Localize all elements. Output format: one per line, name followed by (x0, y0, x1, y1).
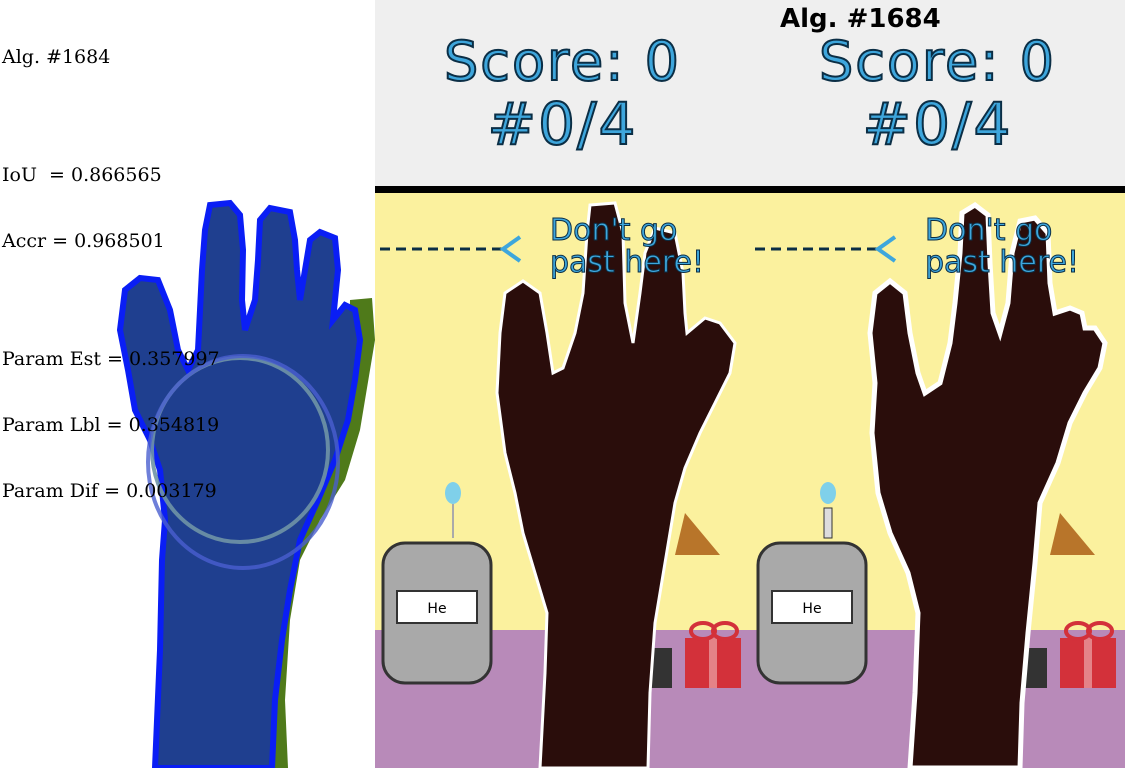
iou-metric: IoU = 0.866565 (2, 164, 162, 186)
right-round-counter: #0/4 (862, 89, 1013, 159)
game-view-right: He Don't go past here! (750, 193, 1125, 768)
header-divider (375, 186, 1125, 193)
right-score: Score: 0 (818, 29, 1056, 94)
param-label-metric: Param Lbl = 0.354819 (2, 414, 220, 436)
balloon-icon (445, 482, 461, 504)
limit-warning: Don't go past here! (925, 213, 1080, 280)
game-view-left: He Don't go past here! (375, 193, 750, 768)
jug-label: He (802, 601, 821, 617)
param-estimate-metric: Param Est = 0.357997 (2, 348, 220, 370)
segmentation-panel: Alg. #1684 IoU = 0.866565 Accr = 0.96850… (0, 0, 375, 768)
warning-line-1: Don't go (550, 213, 678, 248)
warning-line-1: Don't go (925, 213, 1053, 248)
left-score: Score: 0 (443, 29, 681, 94)
gift-ribbon (709, 638, 717, 688)
param-difference-metric: Param Dif = 0.003179 (2, 480, 217, 502)
left-round-counter: #0/4 (487, 89, 638, 159)
accuracy-metric: Accr = 0.968501 (2, 230, 165, 252)
balloon-icon (820, 482, 836, 504)
limit-warning: Don't go past here! (550, 213, 705, 280)
balloon-nozzle (823, 507, 833, 539)
gift-ribbon (1084, 638, 1092, 688)
metrics-readout: Alg. #1684 IoU = 0.866565 Accr = 0.96850… (2, 2, 220, 546)
warning-line-2: past here! (550, 245, 705, 280)
algorithm-label: Alg. #1684 (2, 46, 111, 68)
warning-line-2: past here! (925, 245, 1080, 280)
jug-label: He (427, 601, 446, 617)
